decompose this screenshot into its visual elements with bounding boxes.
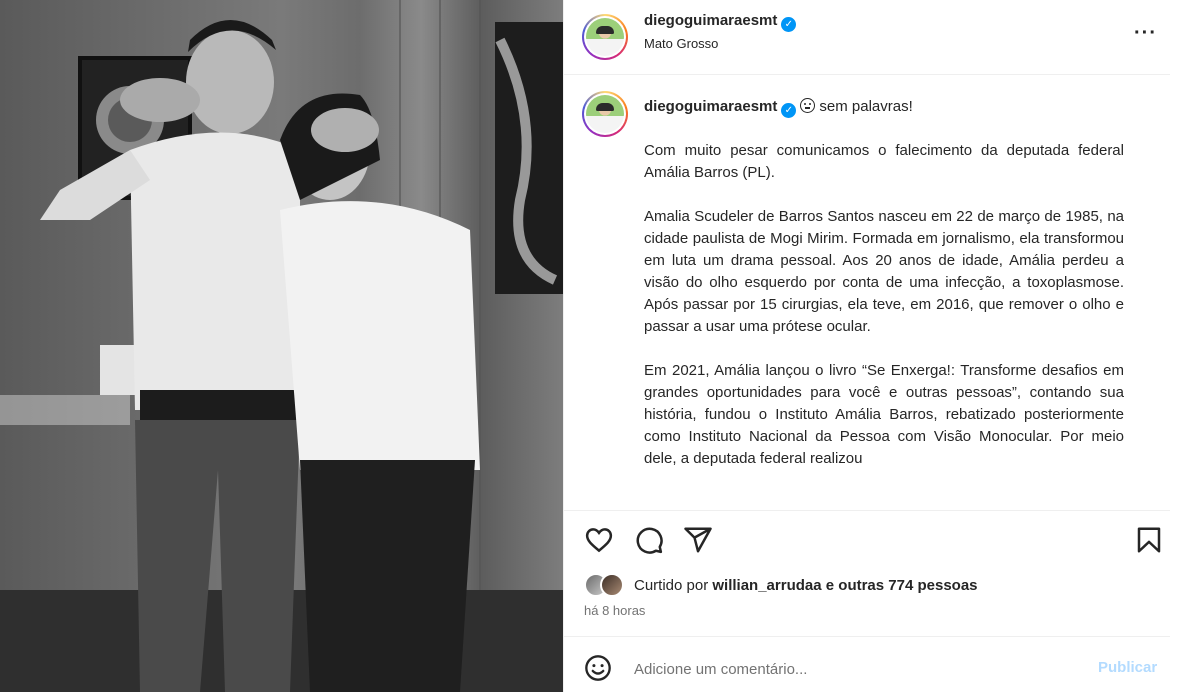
post-location[interactable]: Mato Grosso: [644, 36, 718, 51]
post-photo[interactable]: [0, 0, 563, 692]
comment-bar: Publicar: [564, 636, 1170, 692]
panel-right-margin: [1170, 0, 1200, 692]
profile-avatar[interactable]: [582, 14, 628, 60]
verified-badge-icon: ✓: [781, 17, 797, 32]
post-header: diegoguimaraesmt ✓ Mato Grosso ···: [564, 0, 1170, 75]
heart-icon[interactable]: [584, 525, 614, 555]
comment-icon[interactable]: [634, 525, 664, 555]
publish-button[interactable]: Publicar: [1098, 659, 1157, 676]
bookmark-icon[interactable]: [1134, 525, 1164, 555]
caption-first-line: sem palavras!: [819, 98, 913, 115]
caption-body: Com muito pesar comunicamos o faleciment…: [644, 140, 1124, 492]
caption-area: diegoguimaraesmt ✓ sem palavras! Com muito…: [564, 76, 1170, 510]
caption-header: diegoguimaraesmt ✓ sem palavras!: [644, 98, 913, 118]
caption-paragraph: Com muito pesar comunicamos o faleciment…: [644, 142, 1124, 181]
post-username-text: diegoguimaraesmt: [644, 12, 778, 29]
caption-username-link[interactable]: diegoguimaraesmt: [644, 98, 777, 115]
comment-input[interactable]: [634, 657, 1074, 681]
caption-paragraph: Amalia Scudeler de Barros Santos nasceu …: [644, 208, 1124, 335]
liker-avatars: [584, 573, 628, 597]
post-details-panel: diegoguimaraesmt ✓ Mato Grosso ··· diegog…: [563, 0, 1200, 692]
more-horizontal-icon[interactable]: ···: [1134, 22, 1157, 45]
send-icon[interactable]: [683, 525, 713, 555]
photo-image: [0, 0, 563, 692]
liked-by-suffix[interactable]: e outras 774 pessoas: [826, 577, 978, 594]
post-actions: Curtido por willian_arrudaa e outras 774…: [564, 510, 1170, 636]
liked-by-summary[interactable]: Curtido por willian_arrudaa e outras 774…: [584, 573, 978, 597]
liked-by-prefix: Curtido por: [634, 576, 709, 594]
post-username-link[interactable]: diegoguimaraesmt ✓: [644, 12, 797, 32]
liked-by-user[interactable]: willian_arrudaa: [712, 577, 821, 594]
verified-badge-icon: ✓: [781, 103, 797, 118]
emoji-picker-icon[interactable]: [584, 654, 612, 682]
caption-avatar[interactable]: [582, 91, 628, 137]
post-timestamp[interactable]: há 8 horas: [584, 603, 645, 618]
caption-paragraph: Em 2021, Amália lançou o livro “Se Enxer…: [644, 362, 1124, 467]
neutral-face-emoji-icon: [800, 98, 816, 113]
